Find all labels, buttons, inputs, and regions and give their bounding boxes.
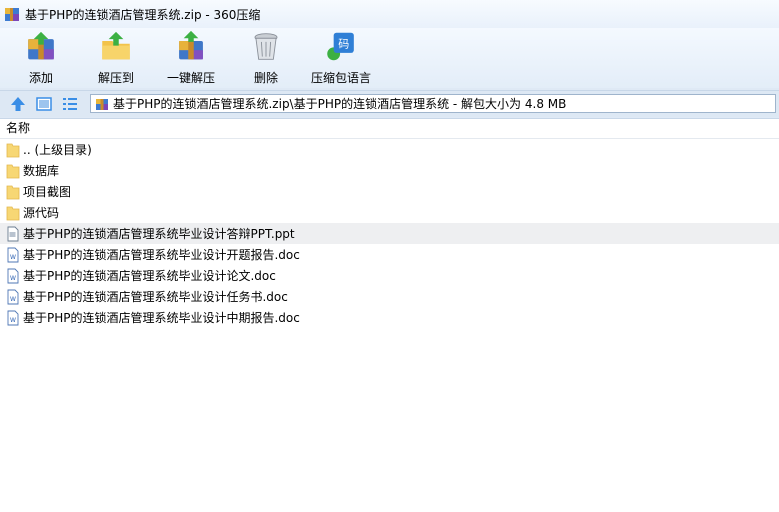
delete-button[interactable]: 删除 [228,30,304,86]
path-bar[interactable]: 基于PHP的连锁酒店管理系统.zip\基于PHP的连锁酒店管理系统 - 解包大小… [90,94,776,113]
folder-icon [6,185,20,199]
add-button[interactable]: 添加 [3,30,79,86]
navigation-bar: 基于PHP的连锁酒店管理系统.zip\基于PHP的连锁酒店管理系统 - 解包大小… [0,90,779,117]
svg-text:W: W [10,275,16,282]
archive-icon [96,98,108,110]
list-item-label: 基于PHP的连锁酒店管理系统毕业设计任务书.doc [23,290,288,304]
code-page-icon: 码 [327,32,354,61]
list-item-label: 基于PHP的连锁酒店管理系统毕业设计答辩PPT.ppt [23,227,295,241]
folder-icon [6,164,20,178]
toolbar: 添加 解压到 一键解压 删除 码 压缩包语言 [0,28,779,88]
file-list: 名称 .. (上级目录) 数据库 项目截图 源代码 基于PHP的连锁酒店管理系统… [0,118,779,512]
title-bar: 基于PHP的连锁酒店管理系统.zip - 360压缩 [0,0,779,28]
list-item-label: 数据库 [23,164,60,178]
list-item-label: 基于PHP的连锁酒店管理系统毕业设计开题报告.doc [23,248,300,262]
extract-folder-icon [102,31,130,60]
trash-icon [254,33,278,60]
list-item-file[interactable]: W 基于PHP的连锁酒店管理系统毕业设计论文.doc [0,265,779,286]
list-item-file[interactable]: W 基于PHP的连锁酒店管理系统毕业设计任务书.doc [0,286,779,307]
current-path: 基于PHP的连锁酒店管理系统.zip\基于PHP的连锁酒店管理系统 - 解包大小… [113,97,567,111]
list-item-label: 基于PHP的连锁酒店管理系统毕业设计论文.doc [23,269,276,283]
up-arrow-icon[interactable] [9,95,27,113]
window-title: 基于PHP的连锁酒店管理系统.zip - 360压缩 [25,7,261,22]
thumbnail-view-icon[interactable] [35,95,53,113]
delete-label: 删除 [253,71,278,85]
list-item-file[interactable]: 基于PHP的连锁酒店管理系统毕业设计答辩PPT.ppt [0,223,779,244]
extract-to-label: 解压到 [97,71,134,85]
svg-text:W: W [10,317,16,324]
doc-file-icon: W [7,268,19,283]
list-view-icon[interactable] [61,95,79,113]
list-item-file[interactable]: W 基于PHP的连锁酒店管理系统毕业设计开题报告.doc [0,244,779,265]
list-item-label: 项目截图 [23,185,72,199]
one-click-extract-label: 一键解压 [166,71,215,85]
column-header-name[interactable]: 名称 [0,119,779,139]
list-item-file[interactable]: W 基于PHP的连锁酒店管理系统毕业设计中期报告.doc [0,307,779,328]
add-label: 添加 [28,71,53,85]
list-item-parent-folder[interactable]: .. (上级目录) [0,139,779,160]
list-item-label: 源代码 [23,206,60,220]
one-click-extract-icon [179,30,203,60]
ppt-file-icon [7,226,19,241]
list-item-folder[interactable]: 项目截图 [0,181,779,202]
doc-file-icon: W [7,289,19,304]
list-item-label: 基于PHP的连锁酒店管理系统毕业设计中期报告.doc [23,311,300,325]
add-archive-icon [28,31,54,60]
archive-language-label: 压缩包语言 [310,71,371,85]
archive-app-icon [5,8,19,21]
doc-file-icon: W [7,247,19,262]
list-item-label: .. (上级目录) [23,143,92,157]
list-item-folder[interactable]: 数据库 [0,160,779,181]
svg-text:码: 码 [338,37,349,50]
folder-icon [6,143,20,157]
one-click-extract-button[interactable]: 一键解压 [153,30,229,86]
extract-to-button[interactable]: 解压到 [78,30,154,86]
list-item-folder[interactable]: 源代码 [0,202,779,223]
svg-text:W: W [10,296,16,303]
svg-text:W: W [10,254,16,261]
folder-icon [6,206,20,220]
doc-file-icon: W [7,310,19,325]
archive-language-button[interactable]: 码 压缩包语言 [303,30,379,86]
